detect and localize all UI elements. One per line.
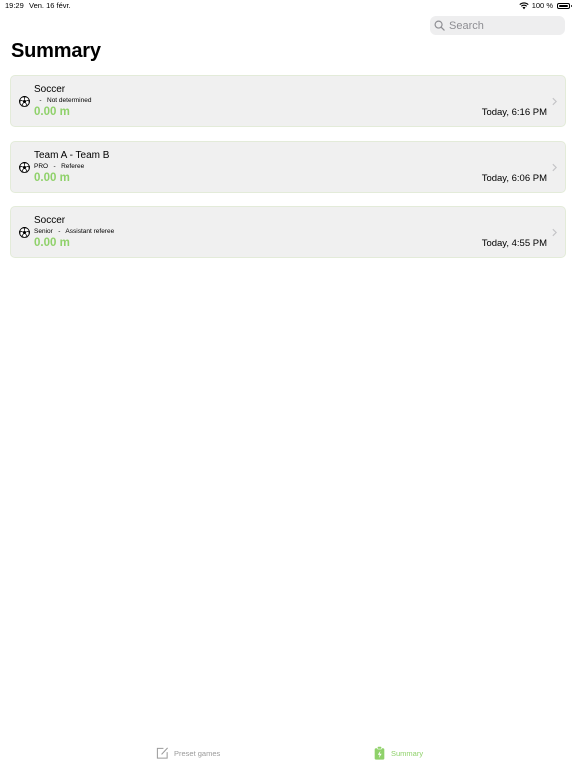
battery-icon — [557, 2, 572, 9]
game-time: Today, 4:55 PM — [481, 238, 547, 249]
status-indicators: 100 % — [519, 1, 572, 10]
tab-label: Summary — [391, 748, 424, 758]
tab-preset-games[interactable]: Preset games — [156, 746, 220, 760]
game-card[interactable]: Soccer Senior - Assistant referee 0.00 m… — [10, 206, 566, 258]
status-bar: 19:29 Ven. 16 févr. 100 % — [0, 0, 576, 12]
game-subtitle: Senior - Assistant referee — [34, 228, 115, 235]
game-time: Today, 6:06 PM — [481, 172, 547, 184]
chevron-right-icon — [552, 97, 557, 106]
soccer-ball-icon — [19, 161, 30, 173]
tab-summary[interactable]: Summary — [373, 746, 423, 760]
clipboard-lightning-icon — [374, 746, 385, 760]
chevron-right-icon — [552, 163, 557, 171]
edit-square-icon — [156, 747, 168, 759]
game-title: Soccer — [34, 215, 66, 226]
game-list: Soccer - Not determined 0.00 m Today, 6:… — [10, 75, 566, 272]
game-subtitle: PRO - Referee — [34, 162, 85, 170]
game-distance: 0.00 m — [34, 106, 70, 118]
status-date: Ven. 16 févr. — [29, 1, 71, 10]
game-card[interactable]: Team A - Team B PRO - Referee 0.00 m Tod… — [10, 140, 566, 193]
soccer-ball-icon — [19, 96, 30, 107]
status-time: 19:29 — [5, 1, 24, 10]
game-time: Today, 6:16 PM — [481, 107, 547, 118]
chevron-right-icon — [552, 228, 557, 237]
tab-label: Preset games — [174, 748, 221, 758]
battery-percentage: 100 % — [531, 1, 553, 10]
search-field[interactable] — [430, 16, 565, 35]
game-title: Soccer — [34, 84, 66, 95]
search-input[interactable] — [449, 19, 559, 32]
soccer-ball-icon — [19, 227, 30, 238]
game-card[interactable]: Soccer - Not determined 0.00 m Today, 6:… — [10, 75, 566, 127]
search-icon — [434, 20, 445, 31]
page-title: Summary — [11, 40, 101, 62]
game-distance: 0.00 m — [34, 237, 70, 249]
wifi-icon — [519, 2, 529, 9]
game-distance: 0.00 m — [34, 171, 70, 184]
game-title: Team A - Team B — [34, 149, 110, 161]
tab-bar: Preset games Summary — [0, 740, 576, 768]
summary-screen: 19:29 Ven. 16 févr. 100 % Summary — [0, 0, 576, 768]
game-subtitle: - Not determined — [34, 97, 92, 104]
